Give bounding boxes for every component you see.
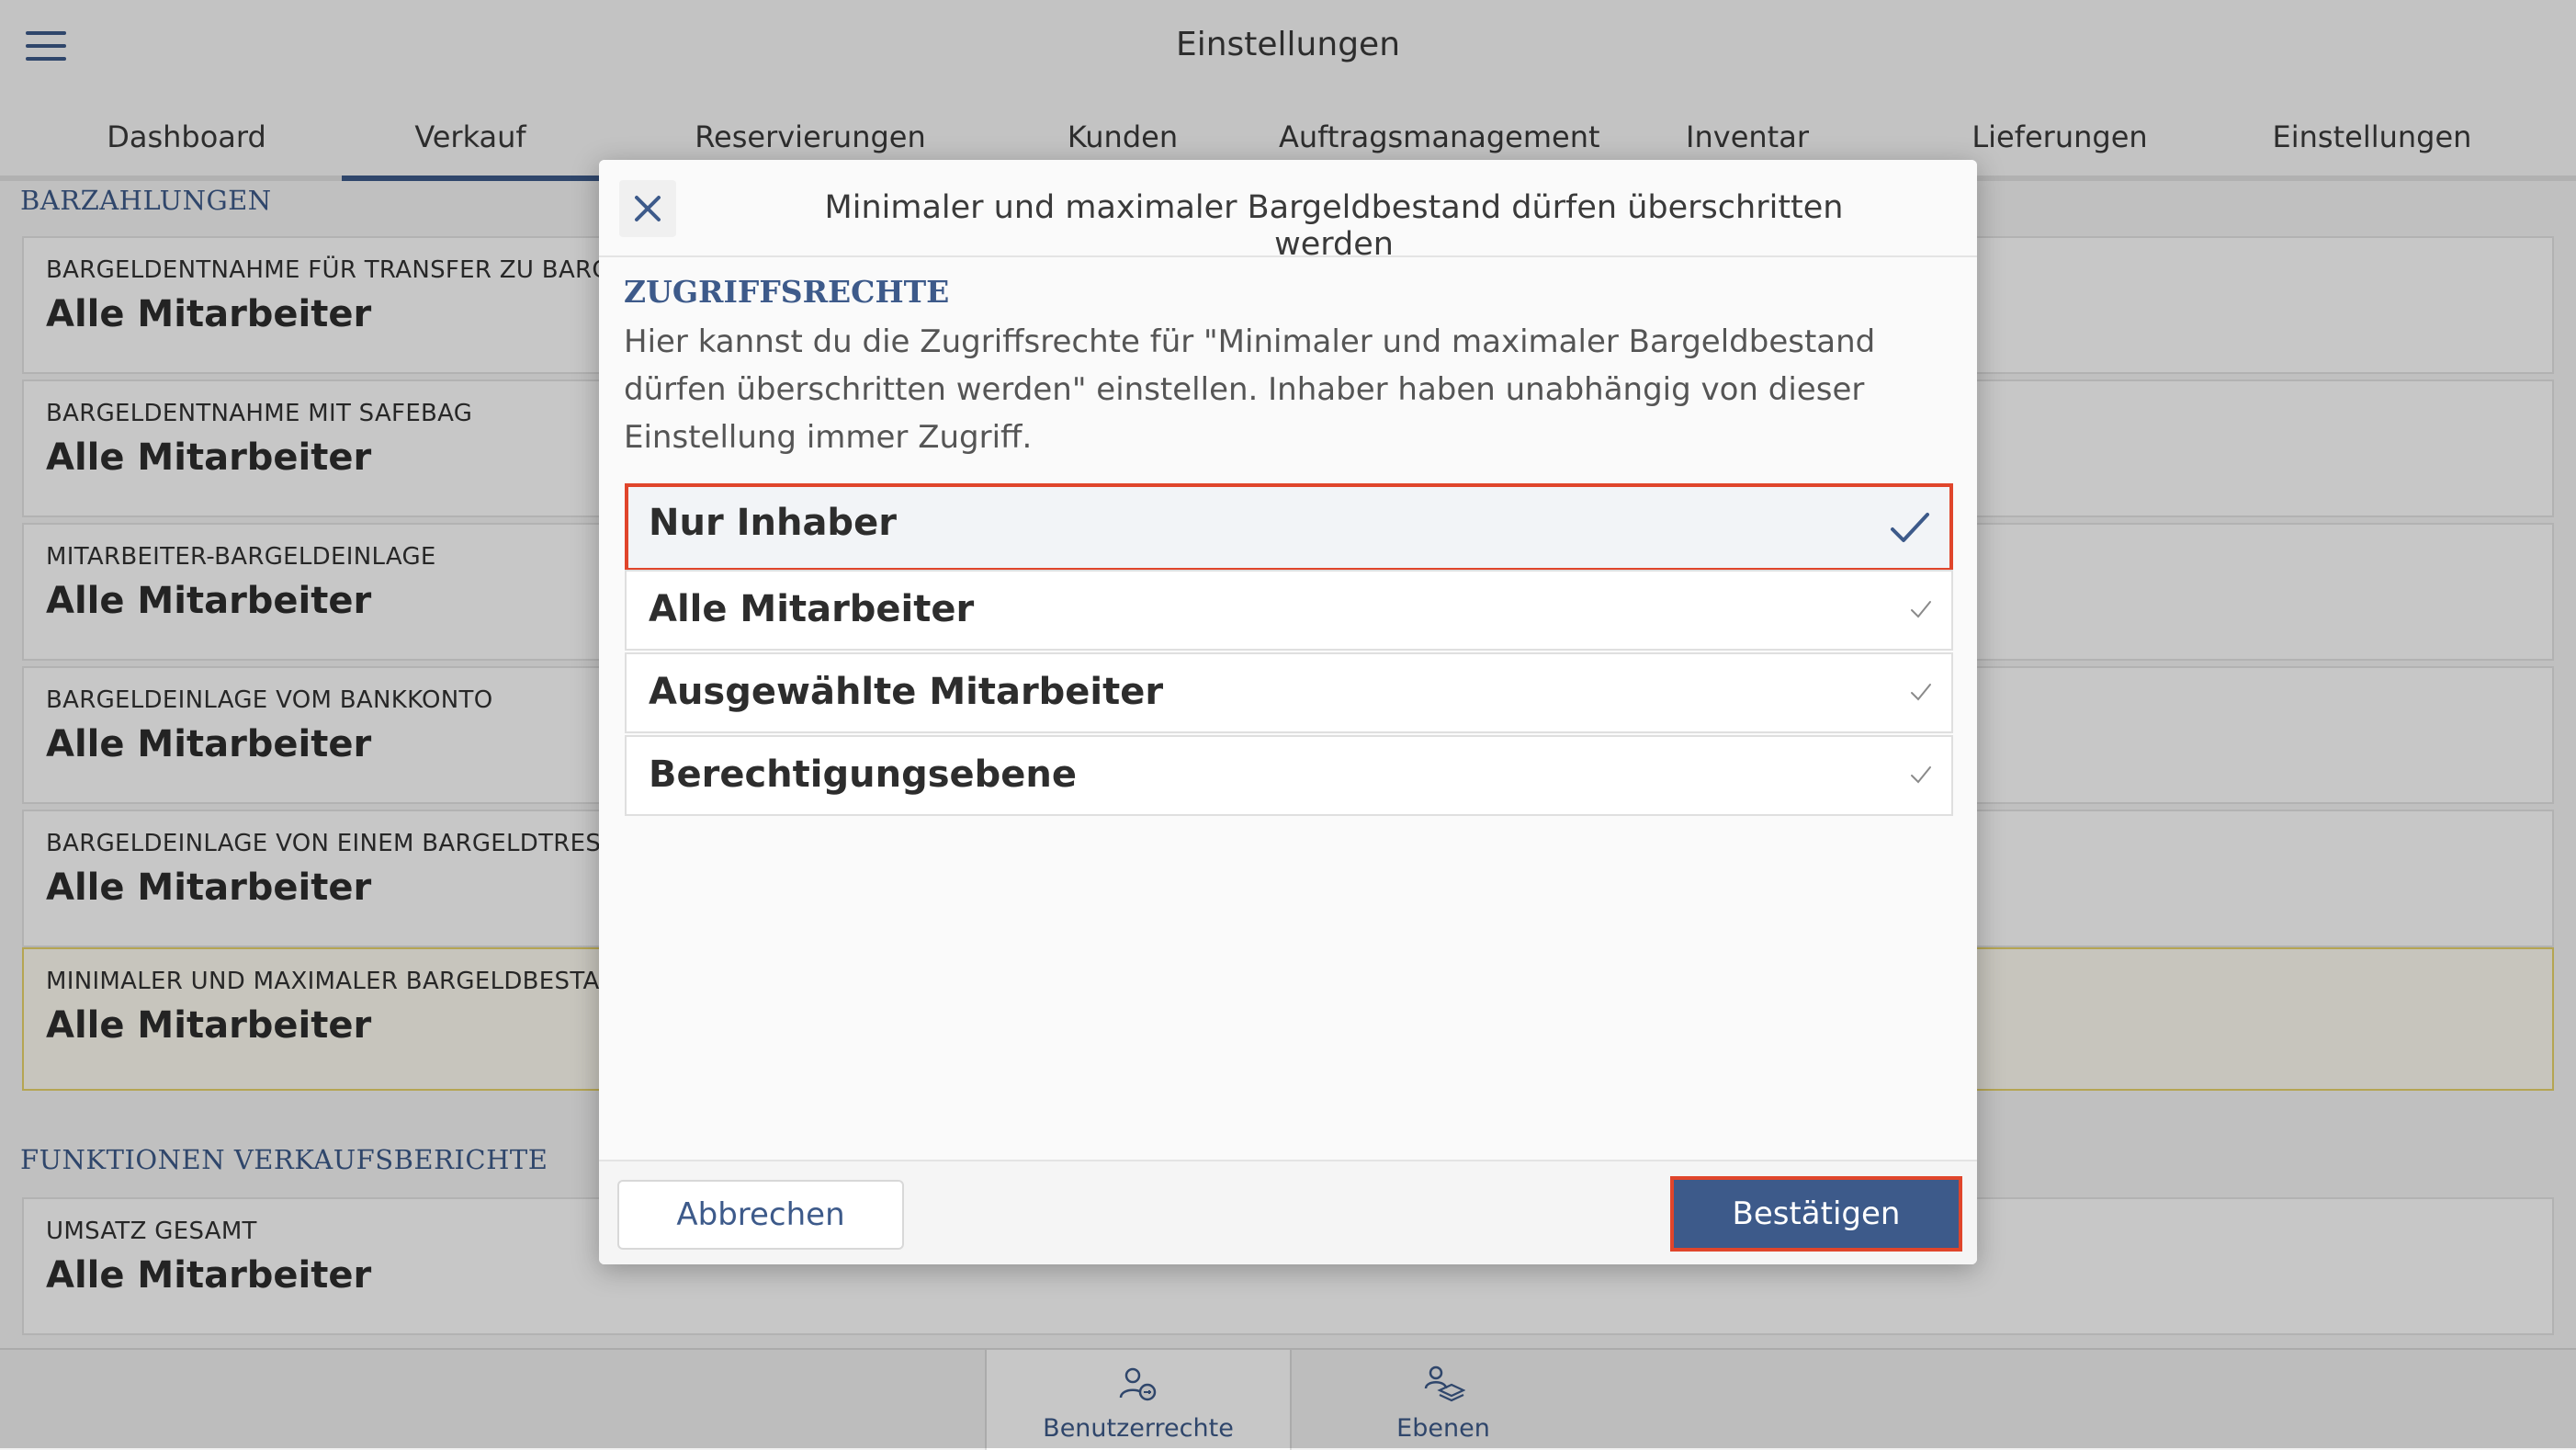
dialog-title: Minimaler und maximaler Bargeldbestand d… — [824, 189, 1844, 263]
option-berechtigungsebene[interactable]: Berechtigungsebene — [625, 735, 1953, 816]
checkmark-icon — [1911, 766, 1931, 784]
close-button[interactable] — [619, 180, 676, 237]
checkmark-icon — [1891, 513, 1929, 542]
option-nur-inhaber[interactable]: Nur Inhaber — [625, 483, 1953, 572]
dialog-header: Minimaler und maximaler Bargeldbestand d… — [599, 160, 1977, 263]
checkmark-icon — [1911, 601, 1931, 618]
dialog-footer: Abbrechen Bestätigen — [599, 1160, 1977, 1264]
confirm-button[interactable]: Bestätigen — [1670, 1176, 1962, 1252]
option-label: Ausgewählte Mitarbeiter — [649, 671, 1164, 713]
permission-dialog: Minimaler und maximaler Bargeldbestand d… — [599, 160, 1977, 1264]
close-icon — [635, 196, 661, 221]
option-label: Alle Mitarbeiter — [649, 588, 975, 630]
option-ausgewaehlte-mitarbeiter[interactable]: Ausgewählte Mitarbeiter — [625, 652, 1953, 733]
option-label: Berechtigungsebene — [649, 753, 1078, 796]
checkmark-icon — [1911, 684, 1931, 701]
option-label: Nur Inhaber — [649, 502, 897, 544]
permissions-description: Hier kannst du die Zugriffsrechte für "M… — [624, 323, 1876, 456]
option-alle-mitarbeiter[interactable]: Alle Mitarbeiter — [625, 570, 1953, 651]
cancel-button[interactable]: Abbrechen — [617, 1180, 904, 1250]
permissions-heading: ZUGRIFFSRECHTE — [624, 274, 950, 310]
